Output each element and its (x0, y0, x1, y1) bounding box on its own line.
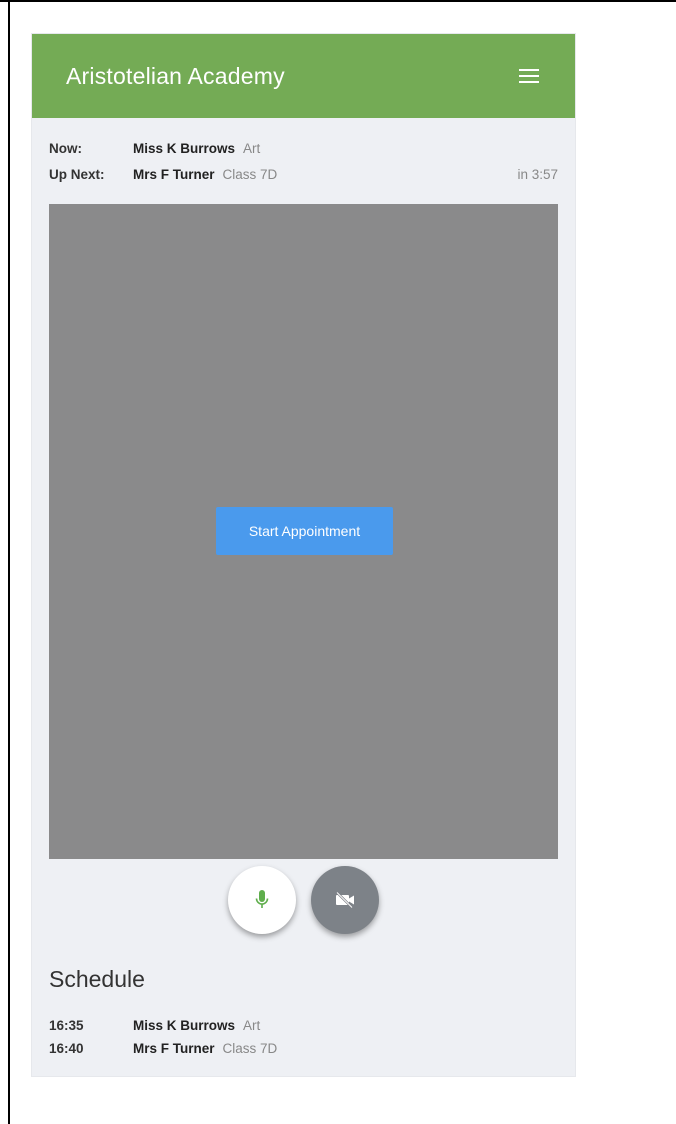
frame-left-border (8, 0, 10, 1124)
frame-top-border (0, 0, 676, 2)
schedule-item-subject: Class 7D (222, 1040, 278, 1056)
now-row: Now: Miss K Burrows Art (49, 138, 558, 158)
up-next-label: Up Next: (49, 166, 105, 182)
mic-toggle-button[interactable] (228, 866, 296, 934)
up-next-countdown: in 3:57 (517, 166, 558, 182)
up-next-teacher-name: Mrs F Turner (133, 166, 215, 182)
microphone-icon (255, 890, 269, 908)
schedule-item-name: Mrs F Turner (133, 1040, 215, 1056)
schedule-title: Schedule (49, 966, 145, 992)
video-area: Start Appointment (49, 204, 558, 859)
now-teacher-name: Miss K Burrows (133, 140, 236, 156)
schedule-item-time: 16:40 (49, 1040, 84, 1056)
schedule-item-name: Miss K Burrows (133, 1017, 236, 1033)
app-title: Aristotelian Academy (66, 62, 285, 89)
app-header: Aristotelian Academy (32, 34, 575, 118)
now-label: Now: (49, 140, 82, 156)
start-appointment-button[interactable]: Start Appointment (216, 507, 393, 555)
schedule-item: 16:35 Miss K Burrows Art (49, 1015, 260, 1035)
schedule-item: 16:40 Mrs F Turner Class 7D (49, 1038, 277, 1058)
schedule-item-subject: Art (243, 1017, 261, 1033)
app-panel: Aristotelian Academy Now: Miss K Burrows… (32, 34, 575, 1076)
hamburger-menu-icon[interactable] (519, 69, 539, 83)
up-next-subject: Class 7D (222, 166, 278, 182)
up-next-row: Up Next: Mrs F Turner Class 7D in 3:57 (49, 164, 558, 184)
camera-toggle-button[interactable] (311, 866, 379, 934)
video-off-icon (336, 891, 354, 909)
now-subject: Art (243, 140, 261, 156)
schedule-item-time: 16:35 (49, 1017, 84, 1033)
